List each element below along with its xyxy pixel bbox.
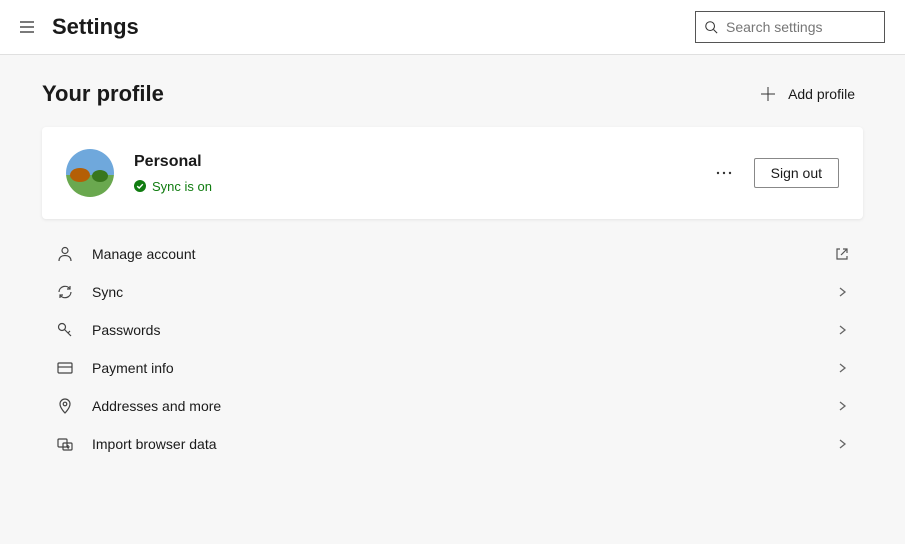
- profile-card: Personal Sync is on Sign out: [42, 127, 863, 219]
- add-profile-label: Add profile: [788, 86, 855, 102]
- menu-item-passwords[interactable]: Passwords: [42, 311, 863, 349]
- more-horizontal-icon: [716, 171, 732, 175]
- app-header: Settings: [0, 0, 905, 55]
- search-input-container[interactable]: [695, 11, 885, 43]
- plus-icon: [760, 86, 776, 102]
- key-icon: [56, 321, 74, 339]
- chevron-right-icon: [835, 437, 849, 451]
- credit-card-icon: [56, 359, 74, 377]
- search-icon: [704, 20, 718, 34]
- chevron-right-icon: [835, 399, 849, 413]
- person-icon: [56, 245, 74, 263]
- menu-label: Payment info: [92, 360, 817, 376]
- menu-label: Import browser data: [92, 436, 817, 452]
- page-title: Settings: [52, 14, 683, 40]
- menu-item-addresses[interactable]: Addresses and more: [42, 387, 863, 425]
- more-options-button[interactable]: [710, 159, 738, 187]
- chevron-right-icon: [835, 323, 849, 337]
- menu-label: Addresses and more: [92, 398, 817, 414]
- checkmark-circle-icon: [134, 180, 146, 192]
- external-link-icon: [835, 247, 849, 261]
- section-header: Your profile Add profile: [42, 81, 863, 107]
- content-area: Your profile Add profile Personal: [0, 55, 905, 483]
- location-pin-icon: [56, 397, 74, 415]
- hamburger-menu-button[interactable]: [14, 14, 40, 40]
- add-profile-button[interactable]: Add profile: [752, 82, 863, 106]
- menu-item-import-browser-data[interactable]: Import browser data: [42, 425, 863, 463]
- menu-item-payment-info[interactable]: Payment info: [42, 349, 863, 387]
- profile-name: Personal: [134, 153, 690, 171]
- hamburger-icon: [18, 18, 36, 36]
- menu-label: Passwords: [92, 322, 817, 338]
- sync-icon: [56, 283, 74, 301]
- search-input[interactable]: [726, 19, 876, 35]
- avatar: [66, 149, 114, 197]
- menu-item-manage-account[interactable]: Manage account: [42, 235, 863, 273]
- menu-label: Sync: [92, 284, 817, 300]
- chevron-right-icon: [835, 361, 849, 375]
- card-actions: Sign out: [710, 158, 839, 188]
- sync-status-label: Sync is on: [152, 179, 212, 194]
- sync-status: Sync is on: [134, 179, 690, 194]
- section-title: Your profile: [42, 81, 164, 107]
- sign-out-button[interactable]: Sign out: [754, 158, 839, 188]
- menu-label: Manage account: [92, 246, 817, 262]
- import-icon: [56, 435, 74, 453]
- menu-item-sync[interactable]: Sync: [42, 273, 863, 311]
- profile-info: Personal Sync is on: [134, 153, 690, 194]
- menu-list: Manage account Sync: [42, 235, 863, 463]
- chevron-right-icon: [835, 285, 849, 299]
